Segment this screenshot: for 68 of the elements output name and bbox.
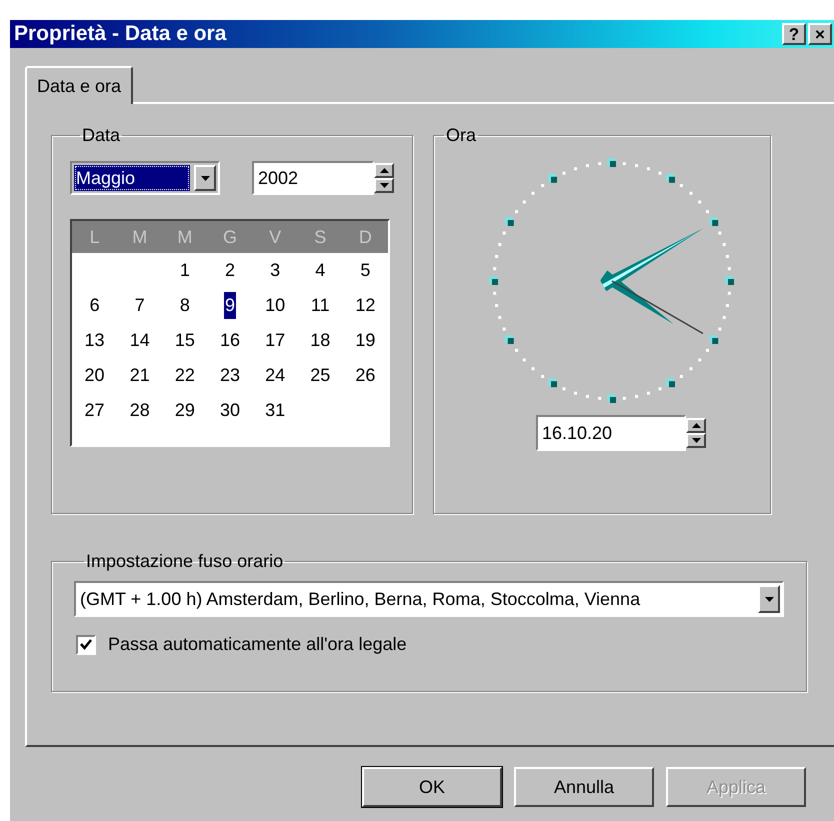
calendar-day[interactable]: 19 [354, 327, 376, 354]
calendar-day[interactable]: 5 [359, 257, 372, 284]
calendar-day[interactable]: 31 [264, 397, 286, 424]
calendar-day[interactable]: 2 [224, 257, 236, 284]
tab[interactable]: Data e ora [25, 66, 134, 104]
weekday-header: M [131, 226, 148, 248]
calendar-day[interactable]: 30 [218, 397, 241, 424]
weekday-header: M [176, 226, 194, 248]
timezone-value: (GMT + 1.00 h) Amsterdam, Berlino, Berna, Roma, Stoccolma, Vienna [80, 588, 642, 611]
calendar-day[interactable]: 1 [178, 257, 191, 284]
up-arrow-icon [692, 423, 700, 428]
timezone-dropdown[interactable]: (GMT + 1.00 h) Amsterdam, Berlino, Berna, Roma, Stoccolma, Vienna [74, 581, 784, 617]
calendar-day[interactable]: 21 [128, 362, 151, 389]
close-button[interactable]: × [808, 23, 832, 45]
weekday-header: D [358, 226, 373, 248]
calendar-day[interactable]: 23 [218, 362, 241, 389]
calendar-day[interactable]: 4 [314, 257, 326, 284]
calendar-day[interactable]: 10 [264, 292, 286, 319]
group-label: Ora [445, 124, 478, 147]
spin-up-button[interactable] [686, 418, 706, 433]
month-value: Maggio [74, 165, 190, 191]
down-arrow-icon [692, 438, 700, 443]
calendar-day[interactable]: 22 [174, 362, 196, 389]
spin-up-button[interactable] [374, 163, 394, 178]
spin-down-button[interactable] [686, 433, 706, 448]
calendar-day[interactable]: 11 [310, 292, 331, 319]
dropdown-button[interactable] [758, 585, 780, 613]
up-arrow-icon [380, 168, 388, 173]
calendar-day[interactable]: 14 [128, 327, 151, 354]
weekday-header: L [88, 226, 101, 248]
window-title: Proprietà - Data e ora [14, 21, 226, 48]
month-dropdown[interactable]: Maggio [70, 161, 220, 195]
checkbox[interactable] [76, 634, 96, 654]
check-icon [80, 639, 92, 650]
calendar-day[interactable]: 15 [174, 327, 196, 354]
help-button[interactable]: ? [782, 23, 806, 45]
calendar-day[interactable]: 24 [264, 362, 286, 389]
weekday-header: G [222, 226, 238, 248]
down-arrow-icon [764, 596, 774, 602]
down-arrow-icon [200, 176, 210, 180]
calendar-day[interactable]: 25 [309, 362, 332, 389]
time-field[interactable]: 16.10.20 [536, 415, 686, 451]
weekday-header: V [268, 226, 282, 248]
group-label: Data [81, 124, 122, 147]
calendar-day[interactable]: 28 [128, 397, 151, 424]
dialog-button[interactable]: OK [362, 767, 502, 807]
calendar-day[interactable]: 29 [174, 397, 196, 424]
spin-down-button[interactable] [374, 178, 394, 193]
calendar-day[interactable]: 8 [178, 292, 191, 319]
dropdown-button[interactable] [194, 165, 216, 191]
calendar-day[interactable]: 20 [84, 362, 106, 389]
calendar-day[interactable]: 17 [264, 327, 286, 354]
calendar-day[interactable]: 9 [224, 292, 236, 319]
year-field[interactable]: 2002 [252, 161, 374, 195]
calendar-day[interactable]: 27 [84, 397, 106, 424]
dialog-button[interactable]: Annulla [514, 767, 654, 807]
checkbox-label: Passa automaticamente all'ora legale [108, 633, 407, 656]
calendar-day[interactable]: 18 [309, 327, 332, 354]
down-arrow-icon [380, 183, 388, 188]
calendar-day[interactable]: 7 [134, 292, 146, 319]
calendar-day[interactable]: 16 [218, 327, 241, 354]
calendar-day[interactable]: 12 [354, 292, 376, 319]
calendar-day[interactable]: 6 [88, 292, 101, 319]
weekday-header: S [313, 226, 328, 248]
calendar-day[interactable]: 26 [354, 362, 376, 389]
calendar-day[interactable]: 13 [84, 327, 106, 354]
group-label: Impostazione fuso orario [85, 550, 284, 573]
calendar-day[interactable]: 3 [269, 257, 282, 284]
